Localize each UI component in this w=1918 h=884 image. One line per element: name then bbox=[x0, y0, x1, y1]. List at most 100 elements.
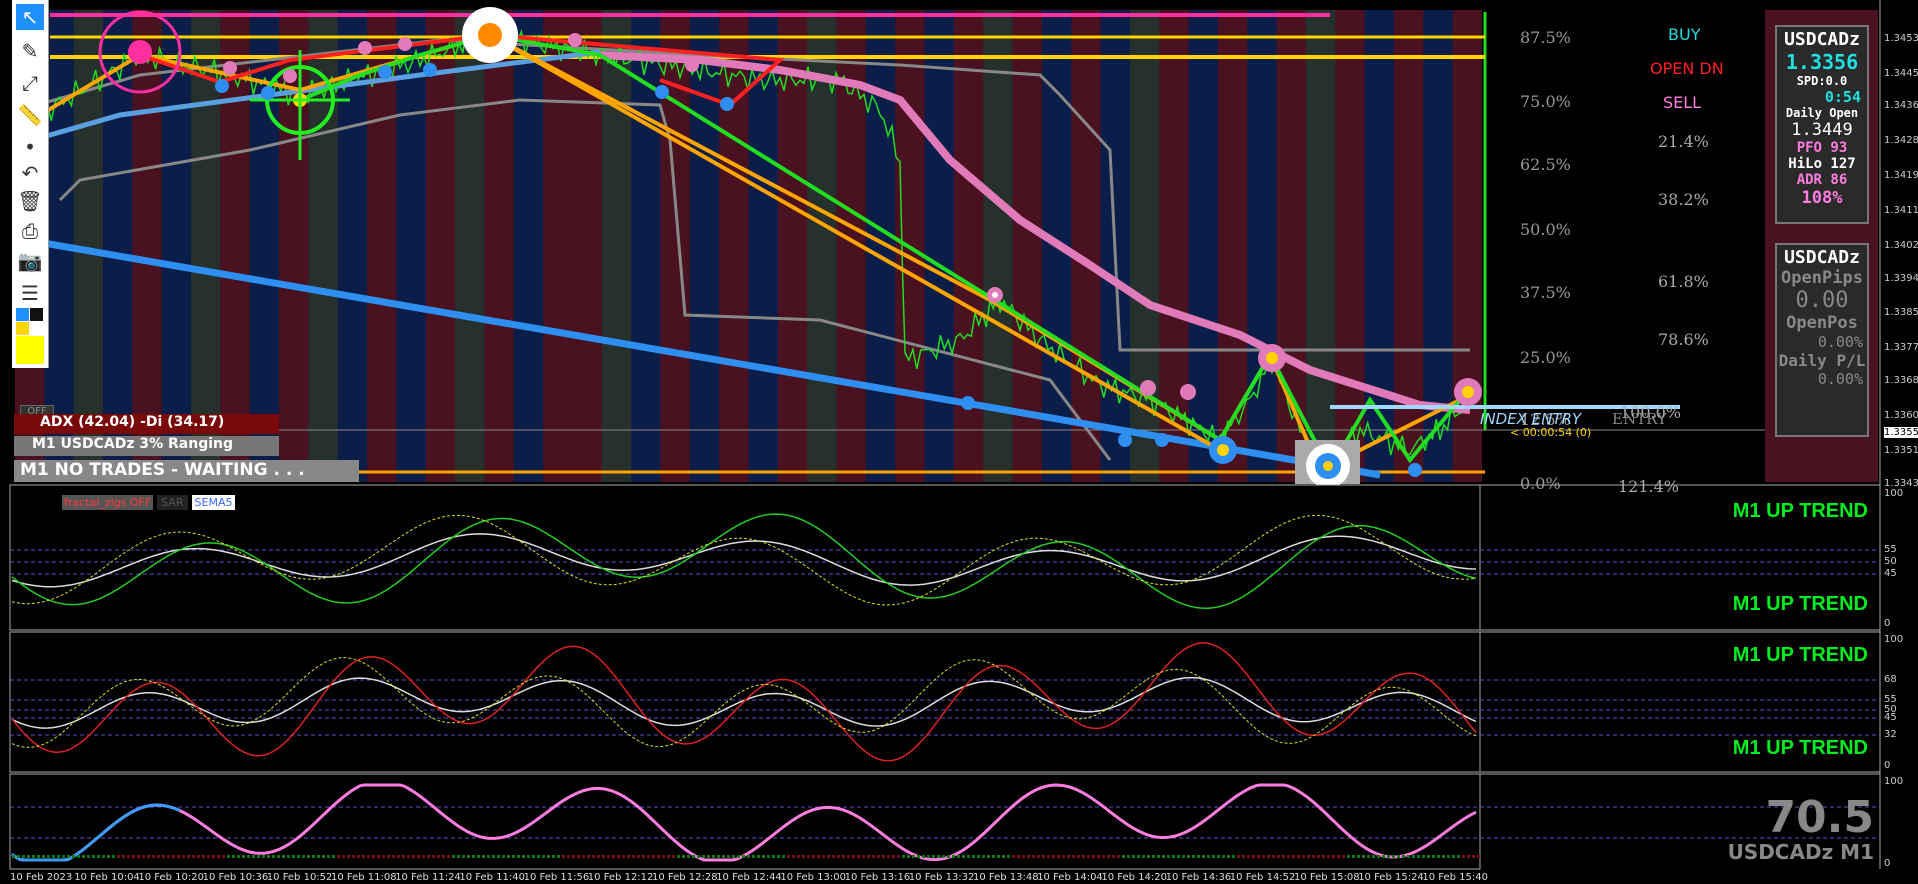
histogram-bar bbox=[1137, 855, 1140, 858]
histogram-bar bbox=[387, 855, 390, 858]
color-swatch[interactable] bbox=[30, 308, 43, 321]
histogram-bar bbox=[17, 855, 20, 858]
histogram-bar bbox=[902, 855, 905, 858]
subpanel-axis-label: 100 bbox=[1884, 488, 1904, 499]
price-axis-label: 1.33515 bbox=[1884, 445, 1918, 456]
histogram-bar bbox=[977, 855, 980, 858]
dot-tool[interactable]: • bbox=[16, 134, 44, 160]
histogram-bar bbox=[1207, 855, 1210, 858]
drawing-toolbar: ↖ ✎ ⤢ 📏 • ↶ 🗑 ⎙ 📷 ☰ bbox=[12, 0, 49, 368]
session-band bbox=[719, 10, 749, 482]
fib-retrace-label: 21.4% bbox=[1658, 132, 1709, 151]
legend-sema5[interactable]: SEMA5 bbox=[191, 495, 236, 510]
histogram-bar bbox=[692, 855, 695, 858]
histogram-bar bbox=[97, 855, 100, 858]
color-swatch[interactable] bbox=[16, 336, 44, 364]
rsi-symbol-timeframe: USDCADz M1 bbox=[1727, 840, 1874, 864]
price-axis-label: 1.33855 bbox=[1884, 307, 1918, 318]
histogram-bar bbox=[1157, 855, 1160, 858]
printer-tool[interactable]: ⎙ bbox=[16, 218, 44, 244]
histogram-bar bbox=[972, 855, 975, 858]
trash-tool[interactable]: 🗑 bbox=[16, 188, 44, 214]
session-band bbox=[396, 10, 427, 482]
histogram-bar bbox=[707, 855, 710, 858]
sell-signal: SELL bbox=[1663, 93, 1702, 112]
histogram-bar bbox=[1092, 855, 1095, 858]
histogram-bar bbox=[1302, 855, 1305, 858]
histogram-bar bbox=[1327, 855, 1330, 858]
histogram-bar bbox=[782, 855, 785, 858]
histogram-bar bbox=[1242, 855, 1245, 858]
histogram-bar bbox=[257, 855, 260, 858]
histogram-bar bbox=[267, 855, 270, 858]
subpanel-2-trend-top: M1 UP TREND bbox=[1732, 644, 1868, 666]
histogram-bar bbox=[1297, 855, 1300, 858]
histogram-bar bbox=[1072, 855, 1075, 858]
histogram-bar bbox=[172, 855, 175, 858]
histogram-bar bbox=[452, 855, 455, 858]
notes-tool[interactable]: ☰ bbox=[16, 280, 44, 306]
color-swatch[interactable] bbox=[16, 308, 29, 321]
histogram-bar bbox=[422, 855, 425, 858]
histogram-bar bbox=[1142, 855, 1145, 858]
subpanel-2-frame bbox=[9, 631, 1481, 773]
histogram-bar bbox=[1082, 855, 1085, 858]
symbol-price: 1.3356 bbox=[1785, 50, 1859, 74]
histogram-bar bbox=[1337, 855, 1340, 858]
histogram-bar bbox=[817, 855, 820, 858]
adx-status: ADX (42.04) -Di (34.17) bbox=[14, 414, 279, 434]
pencil-tool[interactable]: ✎ bbox=[16, 38, 44, 64]
histogram-bar bbox=[932, 855, 935, 858]
subpanel-axis-label: 100 bbox=[1884, 634, 1904, 645]
histogram-bar bbox=[1472, 855, 1475, 858]
histogram-bar bbox=[272, 855, 275, 858]
session-band bbox=[132, 10, 163, 482]
histogram-bar bbox=[947, 855, 950, 858]
histogram-bar bbox=[772, 855, 775, 858]
histogram-bar bbox=[262, 855, 265, 858]
histogram-bar bbox=[52, 855, 55, 858]
ruler-tool[interactable]: 📏 bbox=[16, 102, 44, 128]
histogram-bar bbox=[372, 855, 375, 858]
subpanel-1-trend-bottom: M1 UP TREND bbox=[1732, 593, 1868, 615]
histogram-bar bbox=[392, 855, 395, 858]
histogram-bar bbox=[1362, 855, 1365, 858]
cursor-tool[interactable]: ↖ bbox=[16, 4, 44, 30]
histogram-bar bbox=[652, 855, 655, 858]
histogram-bar bbox=[1127, 855, 1130, 858]
histogram-bar bbox=[427, 855, 430, 858]
histogram-bar bbox=[1212, 855, 1215, 858]
hilo-value: HiLo 127 bbox=[1788, 156, 1856, 172]
histogram-bar bbox=[462, 855, 465, 858]
histogram-bar bbox=[217, 855, 220, 858]
price-chart[interactable] bbox=[0, 0, 1918, 884]
camera-tool[interactable]: 📷 bbox=[16, 248, 44, 274]
indicator-legend: fractal_zigs OFF SAR SEMA5 bbox=[62, 491, 236, 510]
histogram-bar bbox=[1222, 855, 1225, 858]
histogram-bar bbox=[822, 855, 825, 858]
histogram-bar bbox=[67, 855, 70, 858]
histogram-bar bbox=[872, 855, 875, 858]
line-tool[interactable]: ⤢ bbox=[16, 70, 44, 96]
histogram-bar bbox=[742, 855, 745, 858]
legend-fractal-zigs[interactable]: fractal_zigs OFF bbox=[62, 495, 154, 510]
color-swatch[interactable] bbox=[16, 322, 29, 335]
legend-sar[interactable]: SAR bbox=[157, 495, 188, 510]
histogram-bar bbox=[1372, 855, 1375, 858]
histogram-bar bbox=[1462, 855, 1465, 858]
trades-status: M1 NO TRADES - WAITING . . . bbox=[14, 460, 359, 482]
histogram-bar bbox=[492, 855, 495, 858]
time-axis-label: 10 Feb 10:52 bbox=[266, 872, 333, 883]
histogram-bar bbox=[1172, 855, 1175, 858]
histogram-bar bbox=[592, 855, 595, 858]
time-axis-label: 10 Feb 11:40 bbox=[459, 872, 525, 883]
undo-tool[interactable]: ↶ bbox=[16, 160, 44, 186]
histogram-bar bbox=[827, 855, 830, 858]
histogram-bar bbox=[967, 855, 970, 858]
histogram-bar bbox=[432, 855, 435, 858]
histogram-bar bbox=[952, 855, 955, 858]
histogram-bar bbox=[37, 855, 40, 858]
histogram-bar bbox=[1357, 855, 1360, 858]
histogram-bar bbox=[87, 855, 90, 858]
histogram-bar bbox=[907, 855, 910, 858]
